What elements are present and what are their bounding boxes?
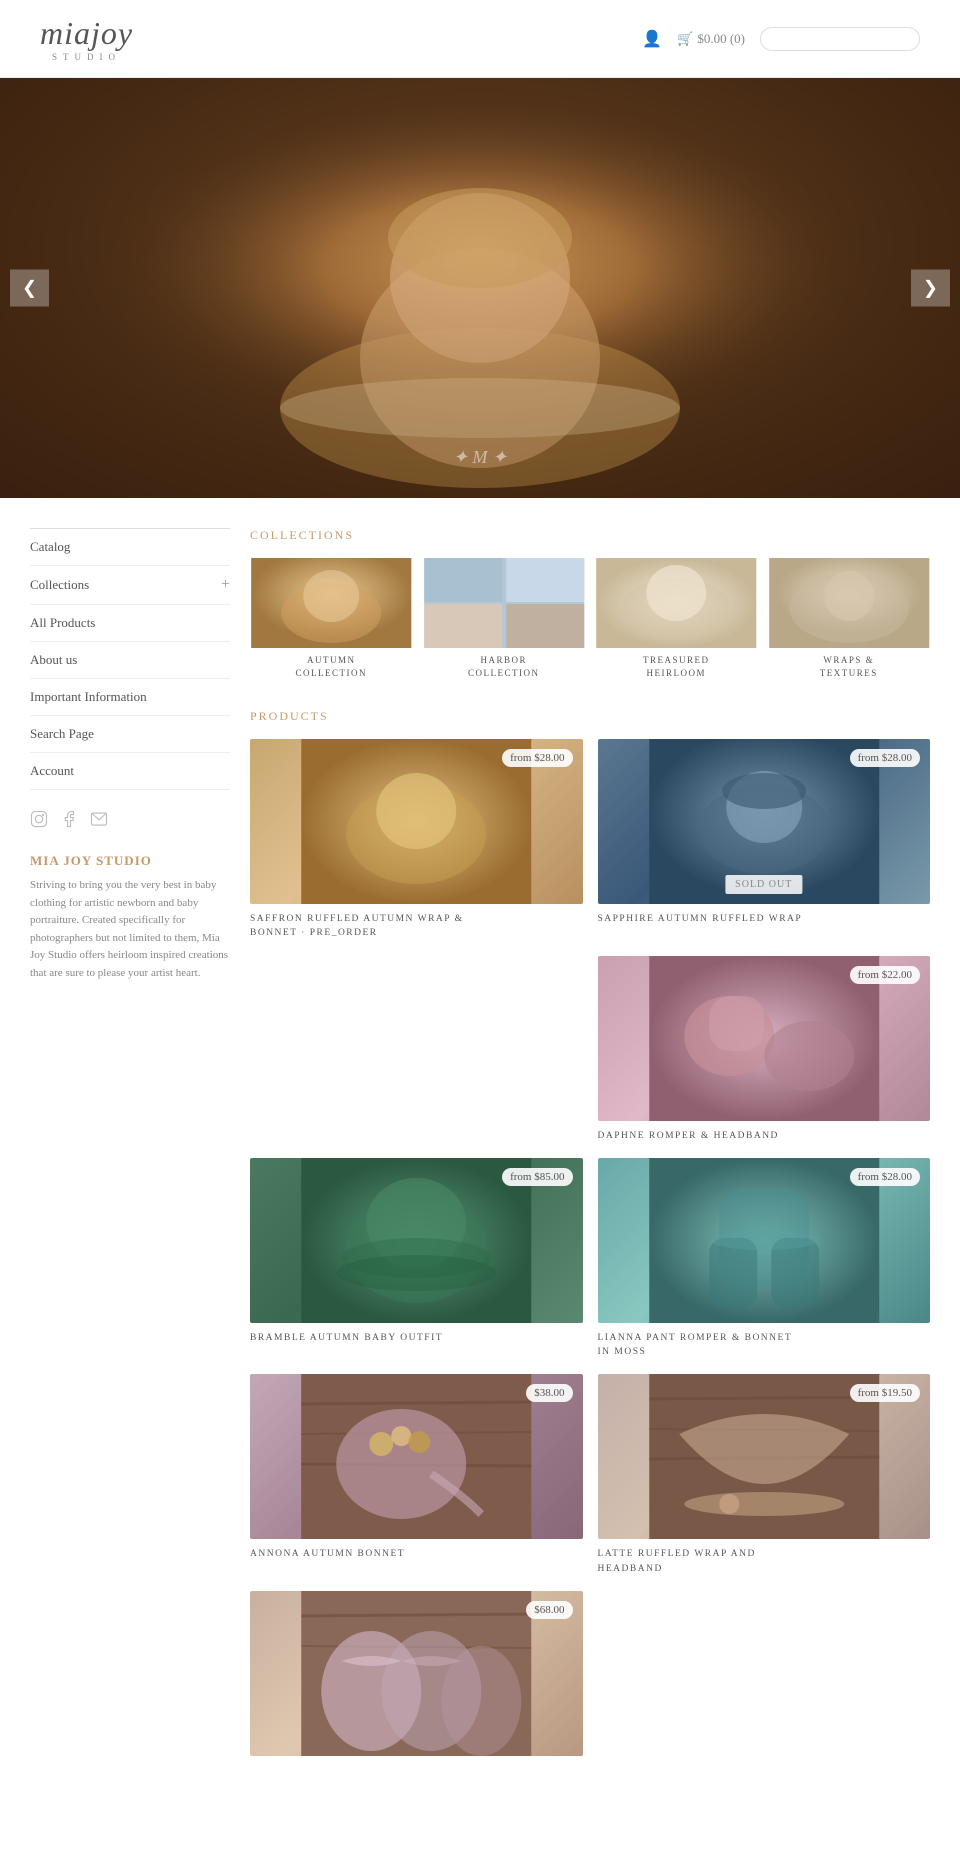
collection-wraps[interactable]: WRAPS &TEXTURES — [768, 558, 931, 679]
logo[interactable]: miajoy STUDIO — [40, 15, 133, 62]
site-header: miajoy STUDIO 👤 🛒 $0.00 (0) — [0, 0, 960, 78]
collection-harbor[interactable]: HARBORCOLLECTION — [423, 558, 586, 679]
product-lianna[interactable]: from $28.00 LIANNA PANT ROMPER & BONNETI… — [598, 1158, 931, 1360]
product-lianna-thumb: from $28.00 — [598, 1158, 931, 1323]
sidebar-item-about[interactable]: About us — [30, 642, 230, 679]
logo-text: miajoy — [40, 15, 133, 52]
facebook-icon[interactable] — [60, 810, 78, 833]
cart-button[interactable]: 🛒 $0.00 (0) — [677, 31, 745, 47]
brand-name: MIA JOY STUDIO — [30, 853, 230, 869]
products-grid: from $28.00 SAFFRON RUFFLED AUTUMN WRAP … — [250, 739, 930, 1764]
product-last[interactable]: $68.00 — [250, 1591, 583, 1764]
product-latte-thumb: from $19.50 — [598, 1374, 931, 1539]
products-title: PRODUCTS — [250, 709, 930, 724]
product-last-thumb: $68.00 — [250, 1591, 583, 1756]
product-bramble-thumb: from $85.00 — [250, 1158, 583, 1323]
collection-harbor-name: HARBORCOLLECTION — [423, 654, 586, 679]
collection-autumn-name: AUTUMNCOLLECTION — [250, 654, 413, 679]
main-content: Catalog Collections + All Products About… — [0, 498, 960, 1794]
product-lianna-price: from $28.00 — [850, 1168, 920, 1186]
product-sapphire-thumb: from $28.00 SOLD OUT — [598, 739, 931, 904]
product-annona-thumb: $38.00 — [250, 1374, 583, 1539]
sidebar-link-catalog[interactable]: Catalog — [30, 529, 230, 565]
product-annona-name: ANNONA AUTUMN BONNET — [250, 1547, 583, 1561]
instagram-icon[interactable] — [30, 810, 48, 833]
product-sapphire-name: SAPPHIRE AUTUMN RUFFLED WRAP — [598, 912, 931, 926]
collection-treasured[interactable]: TREASUREDHEIRLOOM — [595, 558, 758, 679]
hero-svg — [0, 78, 960, 498]
hero-next-button[interactable]: ❯ — [911, 270, 950, 307]
right-content: COLLECTIONS — [250, 528, 930, 1764]
collection-treasured-name: TREASUREDHEIRLOOM — [595, 654, 758, 679]
sidebar-link-collections[interactable]: Collections + — [30, 566, 230, 604]
search-input[interactable] — [760, 27, 920, 51]
cart-total: $0.00 (0) — [697, 31, 745, 47]
product-daphne-price: from $22.00 — [850, 966, 920, 984]
brand-description: Striving to bring you the very best in b… — [30, 877, 230, 983]
hero-watermark: ✦ M ✦ — [453, 447, 507, 468]
product-latte[interactable]: from $19.50 LATTE RUFFLED WRAP ANDHEADBA… — [598, 1374, 931, 1576]
account-icon[interactable]: 👤 — [642, 29, 662, 49]
products-section: PRODUCTS from $2 — [250, 709, 930, 1764]
collections-grid: AUTUMNCOLLECTION HARBORCOLLECTION — [250, 558, 930, 679]
header-controls: 👤 🛒 $0.00 (0) — [642, 27, 920, 51]
sidebar-link-important[interactable]: Important Information — [30, 679, 230, 715]
logo-sub: STUDIO — [52, 52, 121, 62]
sidebar-item-account[interactable]: Account — [30, 753, 230, 790]
collections-title: COLLECTIONS — [250, 528, 930, 543]
sidebar-item-collections[interactable]: Collections + — [30, 566, 230, 605]
social-links — [30, 810, 230, 833]
collection-autumn[interactable]: AUTUMNCOLLECTION — [250, 558, 413, 679]
product-saffron-thumb: from $28.00 — [250, 739, 583, 904]
product-daphne-thumb: from $22.00 — [598, 956, 931, 1121]
product-saffron-name: SAFFRON RUFFLED AUTUMN WRAP &BONNET · PR… — [250, 912, 583, 941]
product-bramble[interactable]: from $85.00 BRAMBLE AUTUMN BABY OUTFIT — [250, 1158, 583, 1360]
product-annona[interactable]: $38.00 ANNONA AUTUMN BONNET — [250, 1374, 583, 1576]
sidebar-item-catalog[interactable]: Catalog — [30, 529, 230, 566]
product-last-price: $68.00 — [526, 1601, 572, 1619]
product-saffron[interactable]: from $28.00 SAFFRON RUFFLED AUTUMN WRAP … — [250, 739, 583, 941]
hero-banner: ✦ M ✦ ❮ ❯ — [0, 78, 960, 498]
collection-autumn-thumb — [250, 558, 413, 648]
collection-treasured-thumb — [595, 558, 758, 648]
sidebar-link-all-products[interactable]: All Products — [30, 605, 230, 641]
sidebar-item-all-products[interactable]: All Products — [30, 605, 230, 642]
sidebar-link-about[interactable]: About us — [30, 642, 230, 678]
product-daphne[interactable]: from $22.00 DAPHNE ROMPER & HEADBAND — [598, 956, 931, 1143]
product-bramble-price: from $85.00 — [502, 1168, 572, 1186]
watermark-text: ✦ M ✦ — [453, 447, 507, 467]
collections-expand-icon: + — [221, 576, 230, 594]
sidebar-item-search[interactable]: Search Page — [30, 716, 230, 753]
collection-harbor-thumb — [423, 558, 586, 648]
sidebar-link-account[interactable]: Account — [30, 753, 230, 789]
sidebar-link-search[interactable]: Search Page — [30, 716, 230, 752]
sidebar-item-important[interactable]: Important Information — [30, 679, 230, 716]
product-latte-price: from $19.50 — [850, 1384, 920, 1402]
product-sapphire[interactable]: from $28.00 SOLD OUT SAPPHIRE AUTUMN RUF… — [598, 739, 931, 941]
product-saffron-price: from $28.00 — [502, 749, 572, 767]
collection-wraps-name: WRAPS &TEXTURES — [768, 654, 931, 679]
hero-prev-button[interactable]: ❮ — [10, 270, 49, 307]
collection-wraps-thumb — [768, 558, 931, 648]
collections-section: COLLECTIONS — [250, 528, 930, 679]
product-sapphire-soldout: SOLD OUT — [725, 875, 802, 894]
email-icon[interactable] — [90, 810, 108, 833]
sidebar-nav: Catalog Collections + All Products About… — [30, 528, 230, 790]
product-daphne-name: DAPHNE ROMPER & HEADBAND — [598, 1129, 931, 1143]
product-sapphire-price: from $28.00 — [850, 749, 920, 767]
sidebar: Catalog Collections + All Products About… — [30, 528, 230, 1764]
product-latte-name: LATTE RUFFLED WRAP ANDHEADBAND — [598, 1547, 931, 1576]
product-annona-price: $38.00 — [526, 1384, 572, 1402]
product-bramble-name: BRAMBLE AUTUMN BABY OUTFIT — [250, 1331, 583, 1345]
product-lianna-name: LIANNA PANT ROMPER & BONNETIN MOSS — [598, 1331, 931, 1360]
cart-icon: 🛒 — [677, 31, 693, 47]
